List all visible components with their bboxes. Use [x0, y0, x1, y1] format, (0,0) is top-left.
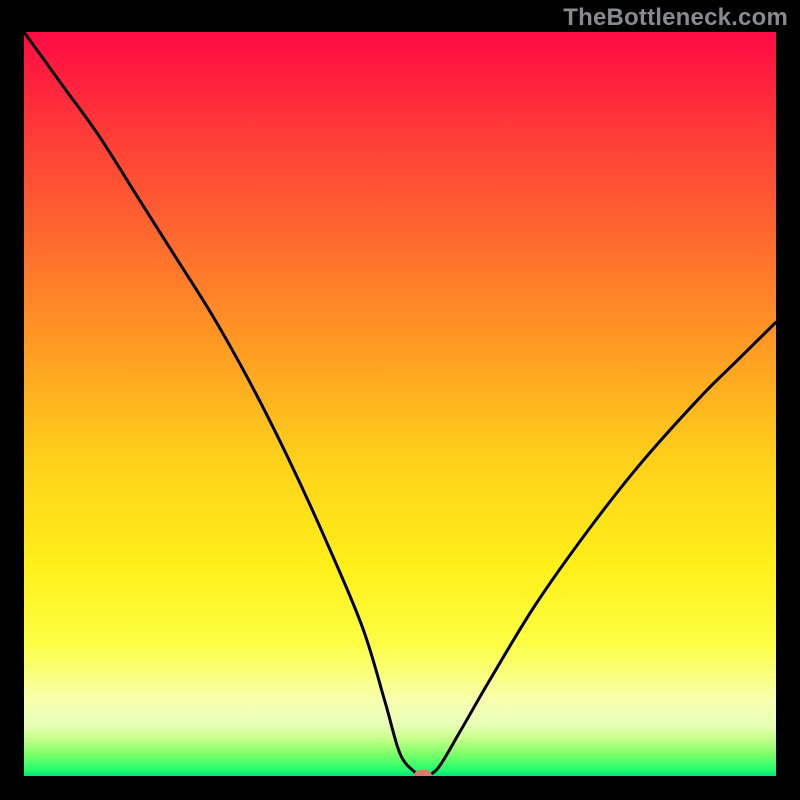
minimum-marker — [414, 770, 432, 776]
watermark-label: TheBottleneck.com — [563, 4, 788, 32]
plot-area — [24, 32, 776, 776]
bottleneck-curve — [24, 32, 776, 776]
chart-frame: TheBottleneck.com — [0, 0, 800, 800]
